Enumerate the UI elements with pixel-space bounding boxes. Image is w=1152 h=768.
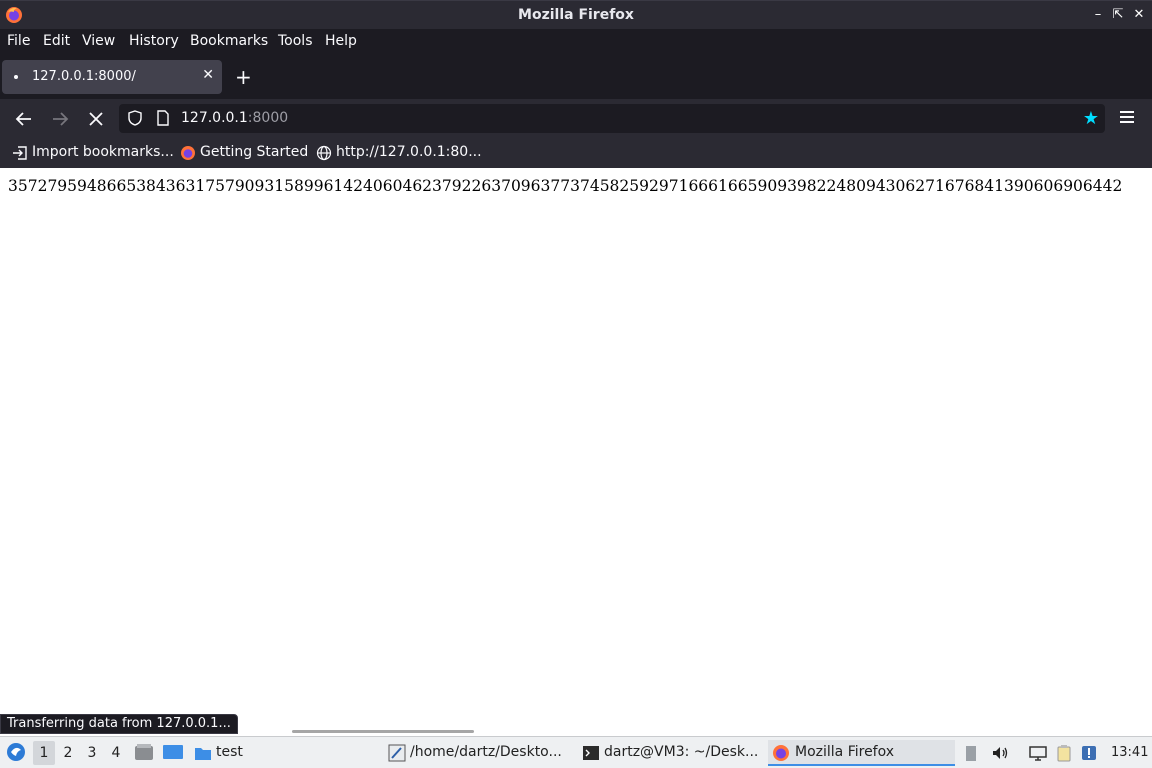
stop-icon[interactable] bbox=[85, 108, 107, 130]
tab-title: 127.0.0.1:8000/ bbox=[32, 69, 136, 84]
firefox-icon bbox=[181, 146, 195, 160]
firefox-icon bbox=[773, 745, 789, 761]
terminal-icon bbox=[583, 746, 599, 760]
menu-file[interactable]: File bbox=[7, 33, 30, 49]
tab-close-icon[interactable]: ✕ bbox=[202, 67, 214, 83]
start-menu-icon[interactable] bbox=[6, 742, 26, 762]
loading-icon bbox=[14, 75, 18, 79]
battery-icon[interactable] bbox=[962, 744, 980, 762]
task-text-editor[interactable]: /home/dartz/Deskto... bbox=[388, 740, 570, 766]
task-folder-test[interactable]: test bbox=[194, 740, 254, 766]
menu-help[interactable]: Help bbox=[325, 33, 357, 49]
file-manager-icon[interactable] bbox=[134, 743, 154, 761]
bookmark-star-icon[interactable]: ★ bbox=[1083, 108, 1099, 129]
taskbar: 1 2 3 4 test /home/dartz/Deskto... dartz… bbox=[0, 736, 1152, 768]
window-titlebar: Mozilla Firefox – ⇱ ✕ bbox=[0, 0, 1152, 29]
bookmark-localhost[interactable]: http://127.0.0.1:80... bbox=[316, 144, 486, 164]
menu-view[interactable]: View bbox=[82, 33, 115, 49]
bookmarks-toolbar: Import bookmarks... Getting Started http… bbox=[0, 139, 1152, 168]
menu-hamburger-icon[interactable] bbox=[1120, 111, 1134, 126]
menu-history[interactable]: History bbox=[129, 33, 179, 49]
text-editor-icon bbox=[388, 744, 406, 762]
bookmark-import[interactable]: Import bookmarks... bbox=[12, 144, 174, 164]
workspace-2[interactable]: 2 bbox=[57, 741, 79, 765]
close-icon[interactable]: ✕ bbox=[1131, 7, 1147, 23]
tab-strip: 127.0.0.1:8000/ ✕ + bbox=[0, 56, 1152, 99]
new-tab-icon[interactable]: + bbox=[235, 65, 252, 89]
task-firefox[interactable]: Mozilla Firefox bbox=[768, 740, 955, 766]
horizontal-scrollbar[interactable] bbox=[292, 730, 474, 733]
shield-icon[interactable] bbox=[127, 110, 143, 126]
workspace-3[interactable]: 3 bbox=[81, 741, 103, 765]
menu-bookmarks[interactable]: Bookmarks bbox=[190, 33, 268, 49]
restore-icon[interactable]: ⇱ bbox=[1110, 7, 1126, 23]
globe-icon bbox=[316, 145, 332, 161]
workspace-4[interactable]: 4 bbox=[105, 741, 127, 765]
url-bar[interactable]: 127.0.0.1:8000 ★ bbox=[119, 104, 1105, 133]
clipboard-icon[interactable] bbox=[1055, 744, 1073, 762]
status-bar: Transferring data from 127.0.0.1... bbox=[0, 714, 238, 734]
workspace-1[interactable]: 1 bbox=[33, 741, 55, 765]
page-text: 3572795948665384363175790931589961424060… bbox=[8, 177, 1123, 195]
clock: 13:41 bbox=[1111, 745, 1149, 760]
menu-edit[interactable]: Edit bbox=[43, 33, 70, 49]
menu-tools[interactable]: Tools bbox=[278, 33, 313, 49]
desktop-icon[interactable] bbox=[162, 743, 184, 761]
page-icon[interactable] bbox=[156, 110, 170, 126]
window-title: Mozilla Firefox bbox=[518, 7, 634, 23]
volume-icon[interactable] bbox=[991, 744, 1009, 762]
menu-bar: File Edit View History Bookmarks Tools H… bbox=[0, 29, 1152, 56]
back-icon[interactable] bbox=[13, 108, 35, 130]
tab-active[interactable]: 127.0.0.1:8000/ ✕ bbox=[2, 60, 222, 94]
import-icon bbox=[13, 146, 27, 160]
url-text[interactable]: 127.0.0.1:8000 bbox=[181, 110, 288, 126]
network-icon[interactable] bbox=[1029, 744, 1047, 762]
nav-toolbar: 127.0.0.1:8000 ★ bbox=[0, 99, 1152, 139]
folder-icon bbox=[195, 748, 211, 760]
task-terminal[interactable]: dartz@VM3: ~/Desk... bbox=[582, 740, 758, 766]
page-content: 3572795948665384363175790931589961424060… bbox=[0, 168, 1152, 734]
notification-icon[interactable] bbox=[1080, 744, 1098, 762]
forward-icon[interactable] bbox=[49, 108, 71, 130]
bookmark-getting-started[interactable]: Getting Started bbox=[180, 144, 310, 164]
minimize-icon[interactable]: – bbox=[1090, 7, 1106, 23]
